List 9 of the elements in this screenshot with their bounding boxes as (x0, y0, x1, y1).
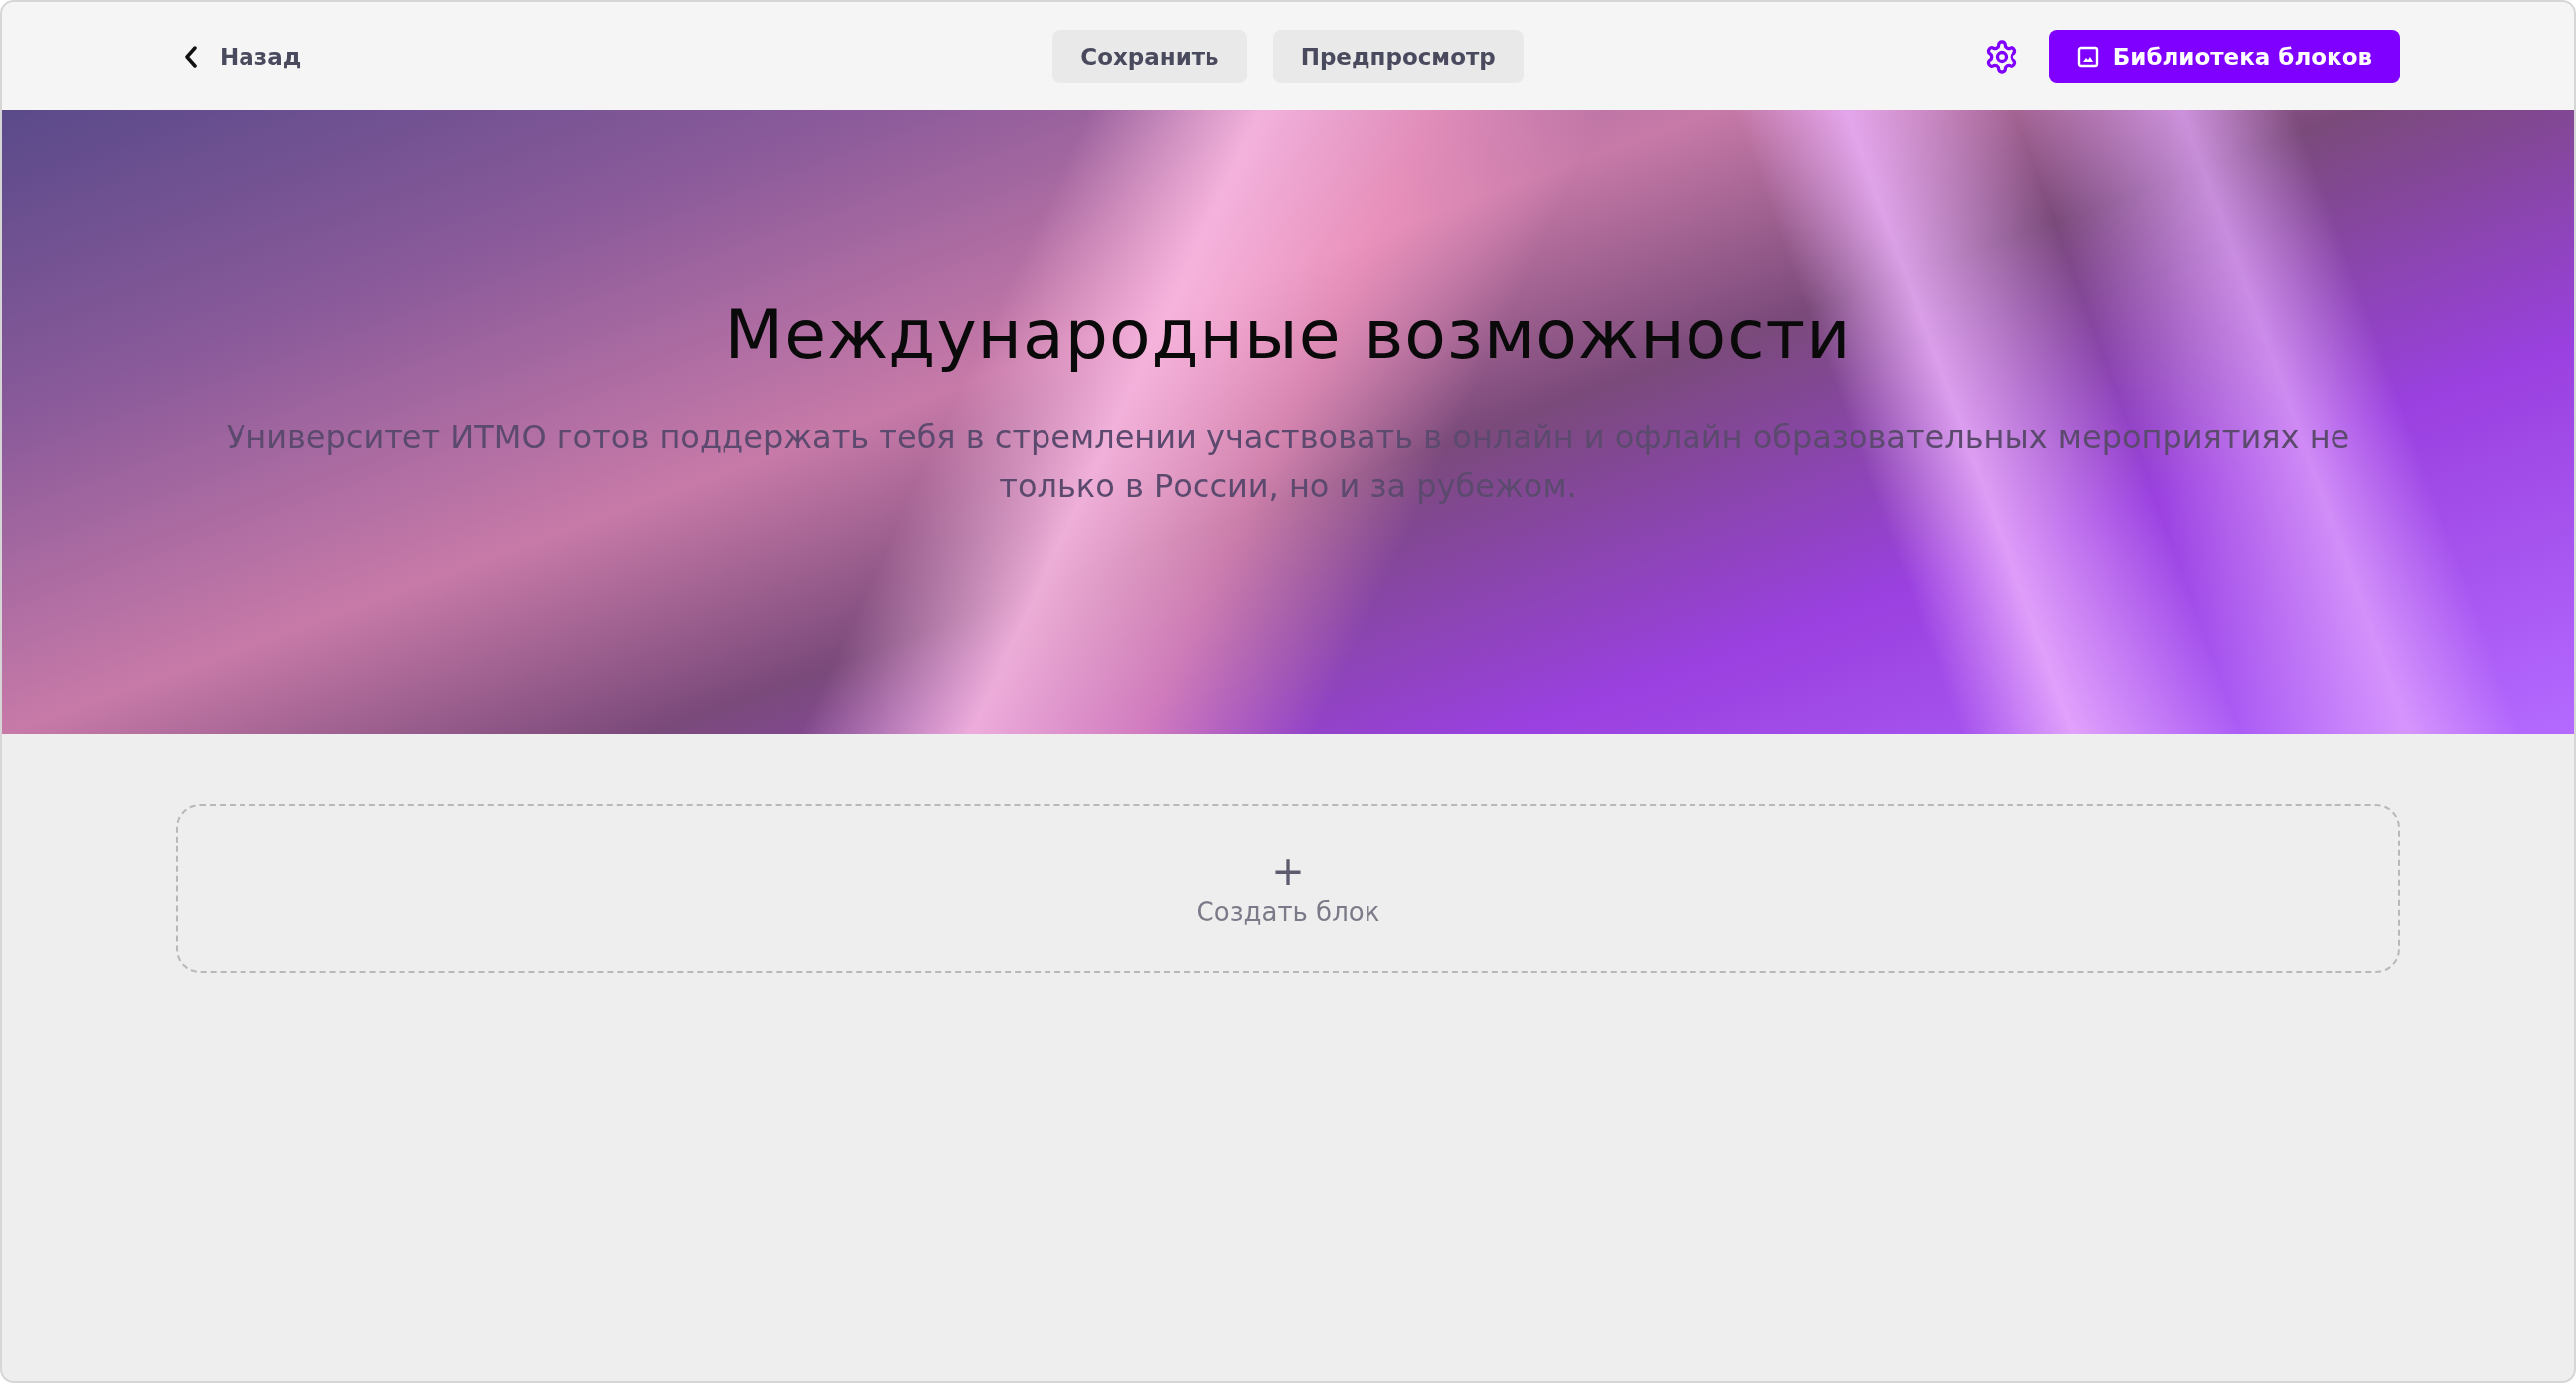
image-icon (2076, 45, 2099, 68)
preview-button[interactable]: Предпросмотр (1272, 29, 1524, 83)
chevron-left-icon (184, 45, 198, 68)
save-button[interactable]: Сохранить (1052, 29, 1247, 83)
block-library-button[interactable]: Библиотека блоков (2048, 29, 2400, 83)
plus-icon: + (1271, 849, 1305, 893)
back-link[interactable]: Назад (176, 43, 302, 70)
hero-title: Международные возможности (724, 294, 1852, 374)
create-block-button[interactable]: + Создать блок (176, 804, 2400, 973)
